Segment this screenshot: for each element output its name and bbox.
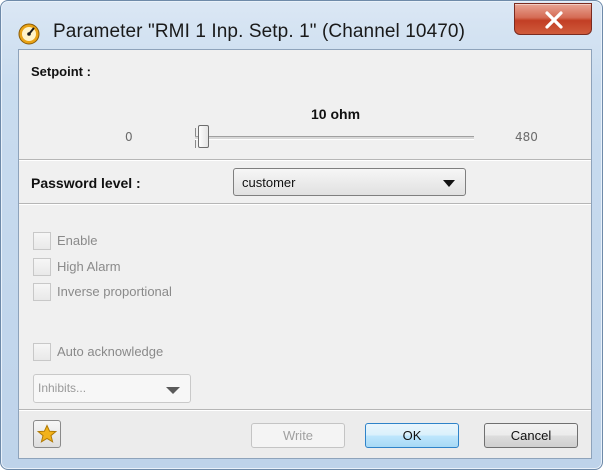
slider-thumb[interactable]: [198, 125, 210, 148]
chevron-down-icon: [166, 387, 180, 394]
cancel-button[interactable]: Cancel: [484, 423, 578, 448]
window-title: Parameter "RMI 1 Inp. Setp. 1" (Channel …: [53, 21, 466, 42]
parameter-dialog: Parameter "RMI 1 Inp. Setp. 1" (Channel …: [0, 0, 603, 470]
setpoint-slider[interactable]: [195, 136, 474, 140]
high-alarm-label: High Alarm: [57, 259, 121, 274]
inverse-proportional-checkbox[interactable]: [33, 283, 51, 301]
divider: [19, 159, 591, 161]
title-bar[interactable]: Parameter "RMI 1 Inp. Setp. 1" (Channel …: [1, 1, 602, 47]
dropdown-arrow-icon: [443, 180, 455, 187]
inverse-proportional-label: Inverse proportional: [57, 284, 172, 299]
high-alarm-checkbox[interactable]: [33, 258, 51, 276]
slider-max-label: 480: [515, 130, 538, 144]
ok-button[interactable]: OK: [365, 423, 459, 448]
auto-acknowledge-checkbox[interactable]: [33, 343, 51, 361]
favorite-button[interactable]: [33, 420, 61, 448]
password-level-value: customer: [242, 175, 296, 190]
star-icon: [37, 424, 57, 443]
gauge-icon: [18, 23, 40, 45]
enable-label: Enable: [57, 233, 98, 248]
inhibits-placeholder: Inhibits...: [38, 381, 87, 395]
slider-min-label: 0: [125, 130, 133, 144]
close-button[interactable]: [514, 3, 592, 35]
inhibits-dropdown[interactable]: Inhibits...: [33, 374, 191, 403]
password-level-label: Password level :: [31, 175, 141, 191]
dialog-body: Setpoint : 10 ohm 0 480 Password level :…: [18, 49, 592, 459]
divider: [19, 203, 591, 205]
password-level-select[interactable]: customer: [233, 168, 466, 196]
enable-checkbox[interactable]: [33, 232, 51, 250]
setpoint-value: 10 ohm: [311, 106, 361, 122]
write-button[interactable]: Write: [251, 423, 345, 448]
auto-acknowledge-label: Auto acknowledge: [57, 344, 164, 359]
close-icon: [545, 11, 563, 29]
setpoint-label: Setpoint :: [31, 64, 91, 79]
